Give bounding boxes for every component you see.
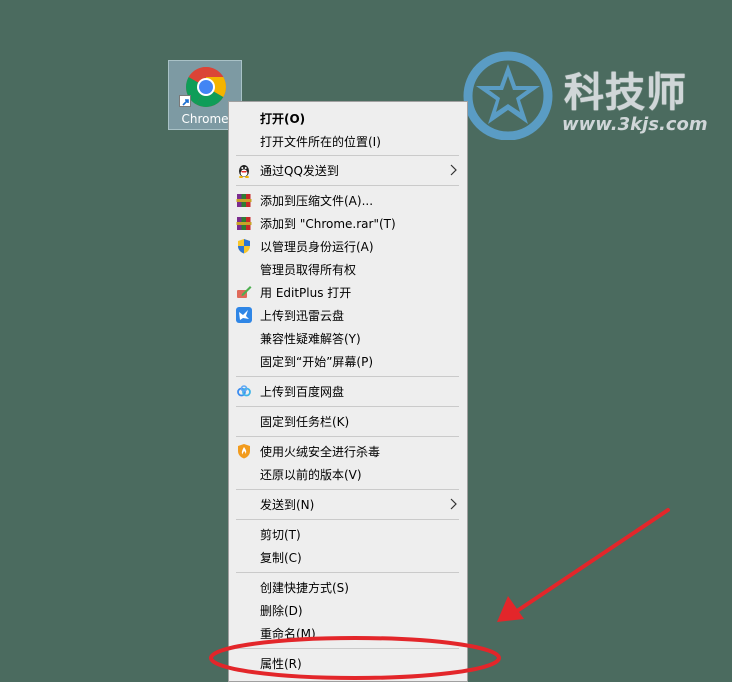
annotation-ellipse: [209, 636, 501, 680]
annotation-overlay: [209, 508, 670, 680]
annotation-arrow-line: [512, 508, 670, 615]
